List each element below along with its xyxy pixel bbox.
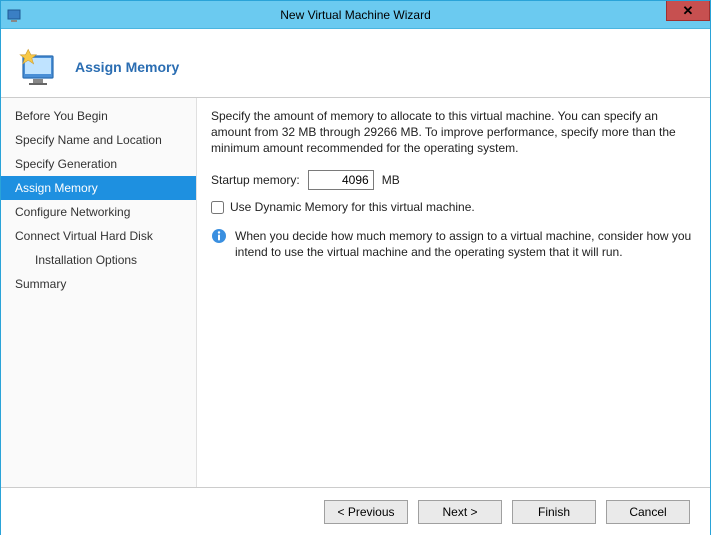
- wizard-footer: < Previous Next > Finish Cancel: [1, 487, 710, 535]
- memory-unit-label: MB: [382, 173, 400, 187]
- previous-button[interactable]: < Previous: [324, 500, 408, 524]
- dynamic-memory-checkbox[interactable]: [211, 201, 224, 214]
- window-title: New Virtual Machine Wizard: [1, 8, 710, 22]
- info-row: When you decide how much memory to assig…: [211, 228, 692, 260]
- wizard-step[interactable]: Specify Name and Location: [1, 128, 196, 152]
- startup-memory-row: Startup memory: MB: [211, 170, 692, 190]
- app-icon: [7, 7, 23, 23]
- info-icon: [211, 228, 227, 244]
- startup-memory-label: Startup memory:: [211, 173, 300, 187]
- wizard-step[interactable]: Specify Generation: [1, 152, 196, 176]
- dynamic-memory-label: Use Dynamic Memory for this virtual mach…: [230, 200, 475, 214]
- dynamic-memory-row: Use Dynamic Memory for this virtual mach…: [211, 200, 692, 214]
- wizard-step[interactable]: Summary: [1, 272, 196, 296]
- memory-description: Specify the amount of memory to allocate…: [211, 108, 692, 156]
- info-text: When you decide how much memory to assig…: [235, 228, 692, 260]
- close-button[interactable]: ✕: [666, 1, 710, 21]
- wizard-step[interactable]: Installation Options: [1, 248, 196, 272]
- close-icon: ✕: [683, 3, 694, 19]
- cancel-button[interactable]: Cancel: [606, 500, 690, 524]
- next-button[interactable]: Next >: [418, 500, 502, 524]
- wizard-step[interactable]: Before You Begin: [1, 104, 196, 128]
- finish-button[interactable]: Finish: [512, 500, 596, 524]
- wizard-step[interactable]: Configure Networking: [1, 200, 196, 224]
- wizard-header: Assign Memory: [1, 29, 710, 97]
- wizard-step[interactable]: Assign Memory: [1, 176, 196, 200]
- page-title: Assign Memory: [75, 59, 179, 75]
- wizard-step[interactable]: Connect Virtual Hard Disk: [1, 224, 196, 248]
- startup-memory-input[interactable]: [308, 170, 374, 190]
- wizard-content: Specify the amount of memory to allocate…: [197, 98, 710, 487]
- wizard-icon: [15, 42, 63, 93]
- wizard-steps-sidebar: Before You BeginSpecify Name and Locatio…: [1, 98, 197, 487]
- titlebar: New Virtual Machine Wizard ✕: [1, 1, 710, 29]
